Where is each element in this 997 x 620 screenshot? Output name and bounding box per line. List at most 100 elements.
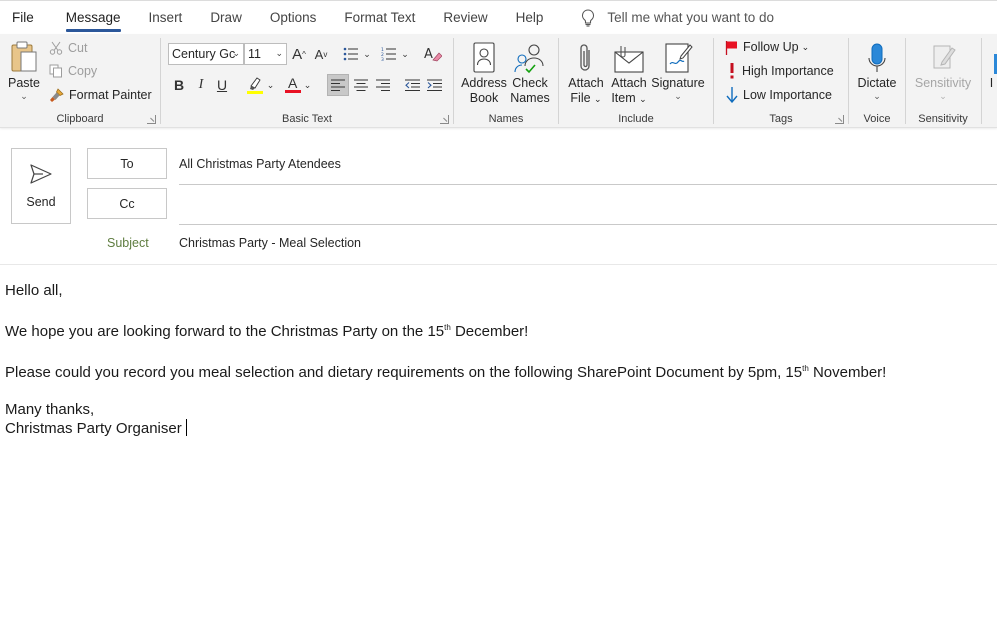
microphone-icon	[868, 43, 886, 72]
shrink-font-icon: A	[314, 46, 324, 62]
clear-formatting-button[interactable]: A	[421, 43, 445, 65]
envelope-paperclip-icon	[614, 46, 644, 73]
body-signature: Christmas Party Organiser	[5, 420, 182, 437]
align-right-button[interactable]	[372, 74, 394, 96]
chevron-down-icon: ⌄	[594, 94, 602, 104]
clipboard-launcher-icon[interactable]	[147, 115, 156, 124]
send-button[interactable]: Send	[11, 148, 71, 224]
body-paragraph-2: Please could you record you meal selecti…	[5, 359, 886, 382]
chevron-down-icon: ⌄	[873, 91, 881, 101]
grow-font-button[interactable]: A ^	[289, 43, 309, 65]
font-name-dropdown[interactable]: Century Gc ⌄	[168, 43, 244, 65]
align-left-button[interactable]	[327, 74, 349, 96]
format-painter-label: Format Painter	[69, 88, 152, 102]
body-line-2a: Please could you record you meal selecti…	[5, 364, 803, 381]
signature-button[interactable]: Signature ⌄	[651, 38, 705, 101]
chevron-down-icon: ⌄	[266, 79, 275, 90]
address-book-label-2: Book	[469, 91, 499, 105]
to-field[interactable]: All Christmas Party Atendees	[179, 157, 341, 171]
body-line-1a: We hope you are looking forward to the C…	[5, 323, 445, 340]
chevron-down-icon: ⌄	[303, 79, 312, 90]
insights-icon	[994, 54, 997, 74]
separator	[981, 38, 982, 124]
bullets-button[interactable]: ⌄	[339, 43, 375, 65]
follow-up-button[interactable]: Follow Up ⌄	[725, 37, 809, 57]
tab-format-text[interactable]: Format Text	[330, 1, 429, 35]
format-painter-button[interactable]: Format Painter	[49, 85, 152, 105]
high-importance-button[interactable]: High Importance	[727, 61, 834, 81]
underline-button[interactable]: U	[213, 74, 231, 96]
to-value: All Christmas Party Atendees	[179, 157, 341, 171]
to-button[interactable]: To	[87, 148, 167, 179]
scissors-icon	[49, 41, 63, 55]
divider	[179, 224, 997, 225]
to-label: To	[120, 156, 134, 171]
increase-indent-button[interactable]	[423, 74, 445, 96]
clear-formatting-icon: A	[424, 47, 442, 62]
tab-draw[interactable]: Draw	[196, 1, 256, 35]
align-center-button[interactable]	[350, 74, 372, 96]
tab-review[interactable]: Review	[429, 1, 501, 35]
font-size-value: 11	[248, 47, 261, 61]
tab-options[interactable]: Options	[256, 1, 331, 35]
dictate-button[interactable]: Dictate ⌄	[853, 38, 901, 101]
body-line-1b: December!	[450, 323, 529, 340]
font-color-icon: A	[284, 76, 301, 93]
divider	[0, 264, 997, 265]
chevron-down-icon: ⌄	[674, 91, 682, 101]
check-names-button[interactable]: Check Names	[508, 38, 552, 106]
numbering-button[interactable]: 123 ⌄	[377, 43, 413, 65]
underline-icon: U	[216, 77, 228, 93]
low-importance-button[interactable]: Low Importance	[726, 85, 832, 105]
attach-item-label-2-text: Item	[611, 91, 636, 105]
highlight-button[interactable]: ⌄	[243, 74, 277, 96]
subject-field[interactable]: Christmas Party - Meal Selection	[179, 236, 361, 250]
chevron-down-icon: ⌄	[401, 48, 409, 59]
cc-label: Cc	[119, 196, 135, 211]
group-include: Attach File ⌄ Attach Item ⌄ Signature ⌄ …	[559, 34, 713, 128]
tell-me-search[interactable]: Tell me what you want to do	[581, 8, 774, 27]
attach-file-button[interactable]: Attach File ⌄	[565, 38, 607, 107]
copy-button[interactable]: Copy	[49, 61, 97, 81]
chevron-down-icon: ⌄	[232, 48, 240, 58]
decrease-indent-button[interactable]	[401, 74, 423, 96]
font-color-button[interactable]: A ⌄	[281, 74, 315, 96]
group-tags: Follow Up ⌄ High Importance Low Importan…	[714, 34, 848, 128]
paste-button[interactable]: Paste ⌄	[6, 38, 42, 101]
bold-button[interactable]: B	[170, 74, 188, 96]
body-greeting: Hello all,	[5, 282, 63, 299]
basic-text-launcher-icon[interactable]	[440, 115, 449, 124]
body-line-1-sup: th	[444, 323, 451, 332]
overflow-ribbon-label: I	[989, 76, 994, 90]
attach-item-button[interactable]: Attach Item ⌄	[609, 38, 649, 107]
tab-help[interactable]: Help	[502, 1, 558, 35]
tags-group-label: Tags	[769, 113, 793, 125]
cut-label: Cut	[68, 41, 88, 55]
address-book-button[interactable]: Address Book	[460, 38, 508, 106]
low-importance-label: Low Importance	[743, 88, 832, 102]
shrink-font-button[interactable]: Av	[311, 43, 331, 65]
italic-button[interactable]: I	[192, 74, 210, 96]
font-size-dropdown[interactable]: 11 ⌄	[244, 43, 287, 65]
tags-launcher-icon[interactable]	[835, 115, 844, 124]
tab-message[interactable]: Message	[52, 1, 135, 35]
paste-label: Paste	[8, 76, 40, 90]
chevron-down-icon: ⌄	[801, 41, 810, 52]
overflow-ribbon-button[interactable]: I	[986, 38, 997, 91]
dictate-label: Dictate	[857, 76, 897, 90]
group-voice: Dictate ⌄ Voice	[849, 34, 905, 128]
attach-file-label-2: File ⌄	[570, 91, 601, 107]
high-importance-label: High Importance	[742, 64, 834, 78]
bullet-list-icon	[343, 47, 359, 61]
tab-insert[interactable]: Insert	[135, 1, 197, 35]
cut-button[interactable]: Cut	[49, 38, 87, 58]
attach-file-label-2-text: File	[570, 91, 591, 105]
sensitivity-button[interactable]: Sensitivity ⌄	[910, 38, 976, 101]
cc-field[interactable]	[179, 197, 979, 215]
message-body[interactable]: Hello all, We hope you are looking forwa…	[5, 281, 886, 438]
cc-button[interactable]: Cc	[87, 188, 167, 219]
tab-file[interactable]: File	[0, 1, 52, 35]
